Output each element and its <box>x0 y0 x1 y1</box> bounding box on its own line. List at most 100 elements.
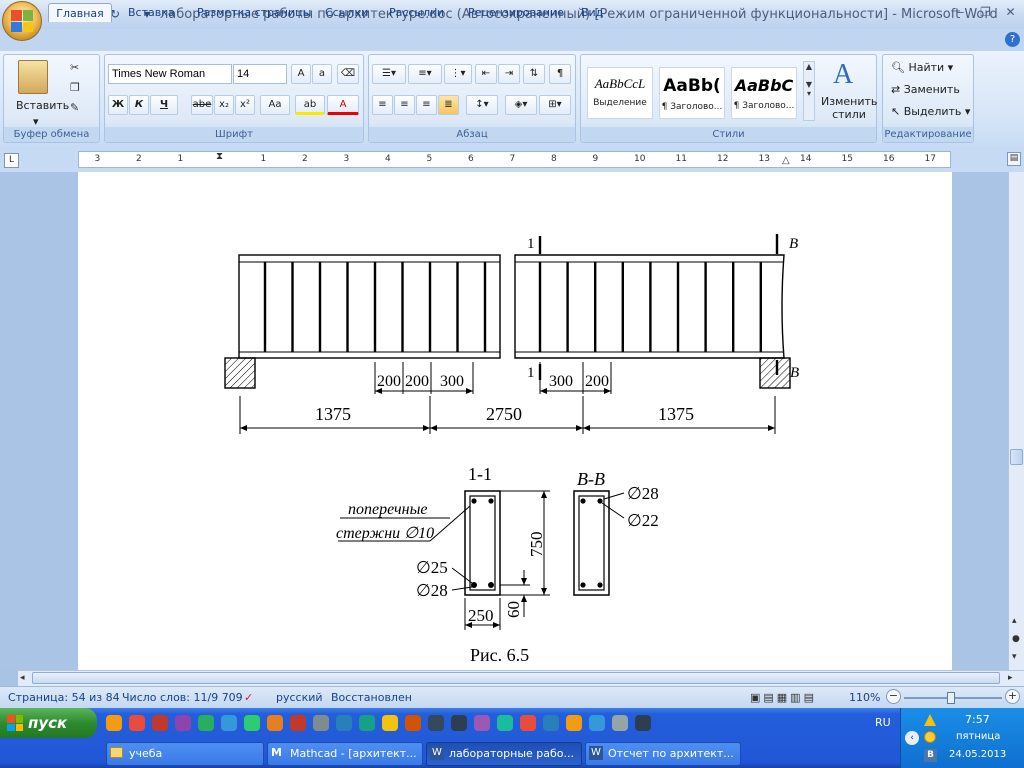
quick-launch-icon[interactable] <box>129 715 145 731</box>
tab-home[interactable]: Главная <box>48 3 112 22</box>
tab-review[interactable]: Рецензирование <box>468 3 564 22</box>
quick-launch-icon[interactable] <box>451 715 467 731</box>
quick-launch-icon[interactable] <box>152 715 168 731</box>
cut-icon[interactable]: ✂ <box>70 61 79 74</box>
vk-icon[interactable]: B <box>924 749 937 762</box>
line-spacing-icon[interactable]: ↕▾ <box>466 95 498 115</box>
find-button[interactable]: 🔍︎ Найти ▾ <box>891 61 953 74</box>
change-styles-icon[interactable]: A <box>833 59 853 91</box>
quick-launch-icon[interactable] <box>428 715 444 731</box>
maximize-button[interactable]: ❐ <box>973 3 998 21</box>
zoom-in-icon[interactable]: + <box>1005 689 1020 704</box>
horizontal-ruler[interactable]: 3 2 1 1 2 3 4 5 6 7 8 9 10 11 12 13 14 15 16 17 ⧗ △ <box>78 151 951 168</box>
format-painter-icon[interactable]: ✎ <box>70 101 79 114</box>
scroll-left-icon[interactable]: ◂ <box>20 673 25 683</box>
paste-label[interactable]: Вставить <box>16 99 69 112</box>
subscript-button[interactable]: x₂ <box>214 95 234 115</box>
spelling-icon[interactable]: ✓ <box>244 691 253 704</box>
language[interactable]: русский <box>276 691 323 704</box>
minimize-button[interactable]: ‒ <box>948 3 973 21</box>
tray-app-icon[interactable] <box>924 731 936 743</box>
numbering-icon[interactable]: ≡▾ <box>408 64 442 84</box>
language-indicator[interactable]: RU <box>875 716 891 729</box>
align-right-icon[interactable]: ≡ <box>416 95 437 115</box>
view-buttons-icon[interactable]: ▣▤▦▥▤ <box>750 691 817 704</box>
decrease-indent-icon[interactable]: ⇤ <box>475 64 497 84</box>
start-button[interactable]: пуск <box>0 708 97 738</box>
clock-time[interactable]: 7:57 <box>965 713 990 726</box>
paste-icon[interactable] <box>18 60 48 94</box>
clear-format-button[interactable]: ⌫ <box>337 64 359 84</box>
taskbar-word-lab[interactable]: лабораторные рабо... <box>426 742 582 766</box>
zoom-level[interactable]: 110% <box>849 691 880 704</box>
right-indent-marker-icon[interactable]: △ <box>782 155 790 166</box>
tab-view[interactable]: Вид <box>581 3 603 22</box>
tab-mailings[interactable]: Рассылки <box>389 3 444 22</box>
next-page-icon[interactable]: ▾ <box>1012 652 1017 662</box>
close-button[interactable]: ✕ <box>998 3 1023 21</box>
quick-launch-icon[interactable] <box>520 715 536 731</box>
bullets-icon[interactable]: ☰▾ <box>372 64 406 84</box>
zoom-out-icon[interactable]: − <box>886 689 901 704</box>
italic-button[interactable]: К <box>129 95 149 115</box>
horizontal-scrollbar[interactable]: ◂ ▸ <box>18 670 1024 686</box>
tray-collapse-icon[interactable]: ‹ <box>905 731 919 745</box>
scroll-right-icon[interactable]: ▸ <box>1008 673 1013 683</box>
font-family-select[interactable]: Times New Roman <box>108 64 232 84</box>
indent-marker-icon[interactable]: ⧗ <box>216 151 223 162</box>
bold-button[interactable]: Ж <box>108 95 128 115</box>
strikethrough-button[interactable]: abe <box>191 95 213 115</box>
quick-launch-icon[interactable] <box>474 715 490 731</box>
quick-launch-icon[interactable] <box>359 715 375 731</box>
quick-launch-icon[interactable] <box>221 715 237 731</box>
quick-launch-icon[interactable] <box>405 715 421 731</box>
quick-launch-icon[interactable] <box>566 715 582 731</box>
help-icon[interactable]: ? <box>1005 32 1020 47</box>
taskbar-folder-ucheba[interactable]: учеба <box>106 742 264 766</box>
quick-launch-icon[interactable] <box>543 715 559 731</box>
align-left-icon[interactable]: ≡ <box>372 95 393 115</box>
align-center-icon[interactable]: ≡ <box>394 95 415 115</box>
quick-launch-icon[interactable] <box>589 715 605 731</box>
quick-launch-icon[interactable] <box>175 715 191 731</box>
prev-page-icon[interactable]: ▴ <box>1012 616 1017 626</box>
font-size-select[interactable]: 14 <box>233 64 287 84</box>
browse-object-icon[interactable]: ● <box>1012 634 1020 644</box>
superscript-button[interactable]: x² <box>235 95 255 115</box>
increase-indent-icon[interactable]: ⇥ <box>498 64 520 84</box>
tab-references[interactable]: Ссылки <box>325 3 368 22</box>
quick-launch-icon[interactable] <box>497 715 513 731</box>
quick-launch-icon[interactable] <box>635 715 651 731</box>
highlight-icon[interactable]: ab <box>295 95 325 115</box>
change-styles-label[interactable]: Изменить стили <box>821 95 877 121</box>
sort-icon[interactable]: ⇅ <box>523 64 545 84</box>
quick-launch-icon[interactable] <box>382 715 398 731</box>
grow-font-button[interactable]: A <box>291 64 311 84</box>
view-ruler-icon[interactable]: ▤ <box>1007 152 1021 166</box>
shrink-font-button[interactable]: a <box>312 64 332 84</box>
style-heading-1[interactable]: AaBb( ¶ Заголово... <box>659 67 725 119</box>
quick-launch-icon[interactable] <box>612 715 628 731</box>
underline-button[interactable]: Ч <box>150 95 178 115</box>
tab-page-layout[interactable]: Разметка страницы <box>197 3 311 22</box>
page-count[interactable]: Страница: 54 из 84 <box>8 691 120 704</box>
taskbar-mathcad[interactable]: Mathcad - [архитект... <box>267 742 423 766</box>
tab-selector-icon[interactable]: L <box>4 153 19 168</box>
document-page[interactable]: 1 1 B B 200 200 300 300 200 1375 2750 13… <box>78 172 952 670</box>
quick-launch-icon[interactable] <box>244 715 260 731</box>
copy-icon[interactable]: ❐ <box>70 81 80 94</box>
tab-insert[interactable]: Вставка <box>128 3 175 22</box>
quick-launch-icon[interactable] <box>313 715 329 731</box>
quick-launch-icon[interactable] <box>267 715 283 731</box>
replace-button[interactable]: ⇄ Заменить <box>891 83 960 96</box>
styles-scroll[interactable]: ▲ ▼ ▾ <box>803 61 815 121</box>
multilevel-list-icon[interactable]: ⋮▾ <box>444 64 472 84</box>
shading-icon[interactable]: ◈▾ <box>505 95 537 115</box>
horizontal-scroll-thumb[interactable] <box>32 672 1000 684</box>
zoom-slider-thumb[interactable] <box>947 692 955 704</box>
quick-launch-icon[interactable] <box>336 715 352 731</box>
borders-icon[interactable]: ⊞▾ <box>539 95 571 115</box>
office-button[interactable] <box>2 1 42 41</box>
vertical-scrollbar[interactable]: ▴ ● ▾ <box>1008 172 1024 670</box>
quick-launch-icon[interactable] <box>290 715 306 731</box>
